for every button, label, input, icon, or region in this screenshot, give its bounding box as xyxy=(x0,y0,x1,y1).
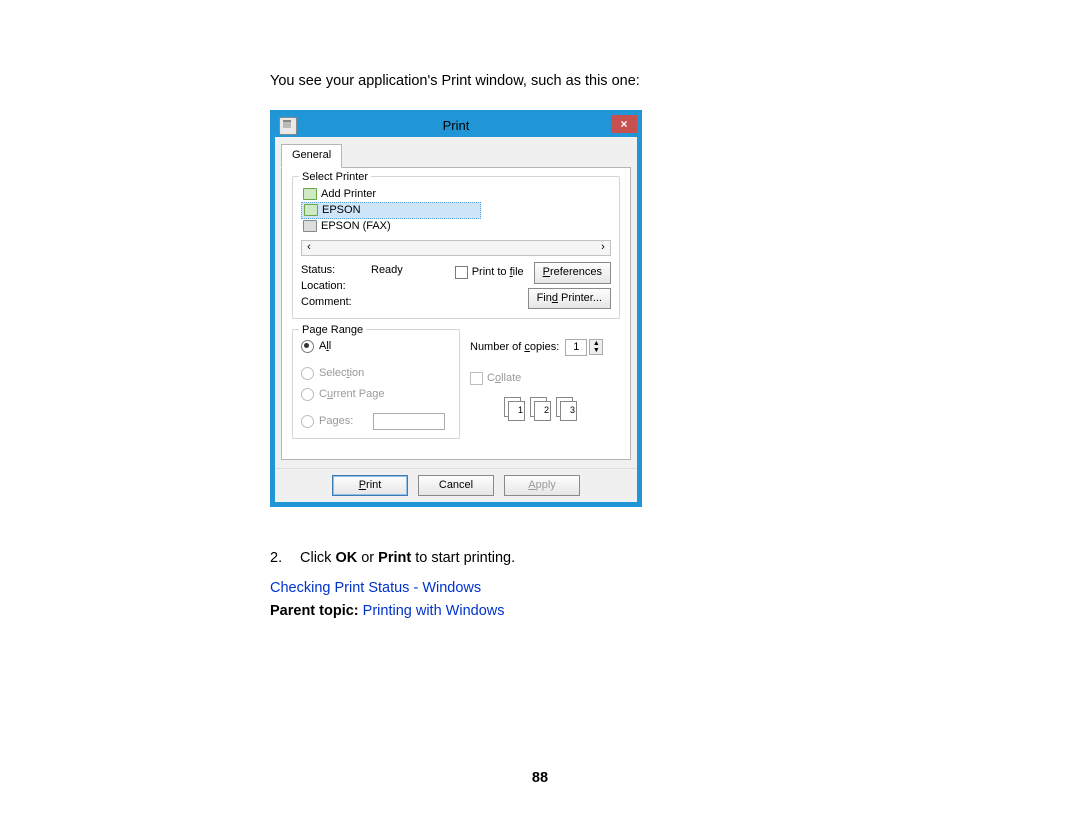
pages-input[interactable] xyxy=(373,413,445,430)
step-number: 2. xyxy=(270,547,300,569)
find-printer-button[interactable]: Find Printer... xyxy=(528,288,611,309)
print-dialog: Print × General Select Printer Add Print… xyxy=(270,110,642,506)
radio-pages: Pages: xyxy=(301,413,353,430)
printer-item-epson-fax[interactable]: EPSON (FAX) xyxy=(301,219,611,234)
copies-label: Number of copies: xyxy=(470,339,559,356)
printer-fax-icon xyxy=(303,220,317,232)
select-printer-label: Select Printer xyxy=(299,169,371,186)
checkbox-icon xyxy=(455,266,468,279)
select-printer-group: Select Printer Add Printer EPSON EPSO xyxy=(292,176,620,319)
page-range-label: Page Range xyxy=(299,322,366,339)
radio-icon xyxy=(301,367,314,380)
link-parent-topic[interactable]: Printing with Windows xyxy=(363,603,505,619)
printer-app-icon xyxy=(279,117,297,135)
checkbox-icon xyxy=(470,372,483,385)
printer-list[interactable]: Add Printer EPSON EPSON (FAX) xyxy=(301,187,611,234)
close-button[interactable]: × xyxy=(611,115,637,133)
preferences-button[interactable]: Preferences xyxy=(534,262,611,283)
page-range-group: Page Range All Selection xyxy=(292,329,460,439)
dialog-title: Print xyxy=(443,116,470,136)
print-to-file-checkbox[interactable]: Print to file xyxy=(455,264,524,281)
tab-general[interactable]: General xyxy=(281,144,342,167)
printer-item-add[interactable]: Add Printer xyxy=(301,187,611,202)
printer-status: Status:Ready Location: Comment: xyxy=(301,262,403,310)
step-text: Click OK or Print to start printing. xyxy=(300,547,515,569)
parent-topic-label: Parent topic: xyxy=(270,603,359,619)
spin-up-icon[interactable]: ▲ xyxy=(590,340,602,347)
radio-icon xyxy=(301,415,314,428)
apply-button: Apply xyxy=(504,475,580,496)
scroll-right-icon[interactable]: › xyxy=(596,239,610,256)
collate-illustration-icon: 11 22 33 xyxy=(504,397,620,419)
cancel-button[interactable]: Cancel xyxy=(418,475,494,496)
titlebar: Print × xyxy=(275,115,637,137)
radio-current-page: Current Page xyxy=(301,386,384,403)
print-button[interactable]: Print xyxy=(332,475,408,496)
radio-icon xyxy=(301,340,314,353)
printer-icon xyxy=(304,204,318,216)
printer-item-label: EPSON xyxy=(322,202,361,219)
intro-text: You see your application's Print window,… xyxy=(270,70,810,92)
collate-checkbox: Collate xyxy=(470,370,521,387)
printer-add-icon xyxy=(303,188,317,200)
printer-item-label: EPSON (FAX) xyxy=(321,218,391,235)
tabstrip: General xyxy=(281,143,631,167)
radio-all[interactable]: All xyxy=(301,338,331,355)
radio-selection: Selection xyxy=(301,365,364,382)
page-number: 88 xyxy=(0,770,1080,786)
scroll-left-icon[interactable]: ‹ xyxy=(302,239,316,256)
spin-down-icon[interactable]: ▼ xyxy=(590,347,602,354)
radio-icon xyxy=(301,388,314,401)
printer-list-scrollbar[interactable]: ‹ › xyxy=(301,240,611,256)
copies-stepper[interactable]: 1 ▲ ▼ xyxy=(565,339,603,356)
step-2: 2. Click OK or Print to start printing. xyxy=(270,547,810,569)
printer-item-epson[interactable]: EPSON xyxy=(301,202,481,219)
copies-value[interactable]: 1 xyxy=(565,339,587,356)
link-checking-print-status[interactable]: Checking Print Status - Windows xyxy=(270,580,481,596)
printer-item-label: Add Printer xyxy=(321,186,376,203)
